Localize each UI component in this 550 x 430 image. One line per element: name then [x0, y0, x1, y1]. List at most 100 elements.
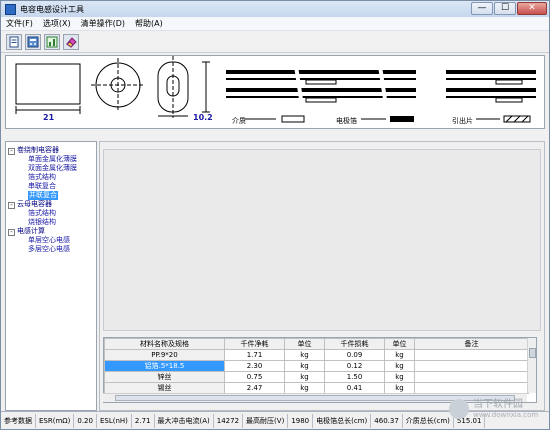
unit-cell[interactable]: kg [284, 349, 325, 361]
menu-options[interactable]: 选项(X) [38, 17, 76, 30]
tree-toggle-inductor[interactable]: - [8, 229, 15, 236]
document-icon [9, 36, 19, 47]
col-remarks[interactable]: 备注 [414, 338, 529, 350]
loss-cell[interactable]: 1.50 [324, 371, 385, 383]
status-electrode-value: 460.37 [371, 413, 403, 428]
status-esl-value: 2.71 [132, 413, 155, 428]
col-material[interactable]: 材料名称及规格 [104, 338, 225, 350]
maximize-button[interactable]: ☐ [494, 2, 516, 15]
tree-item-foil-structure[interactable]: 箔式结构 [28, 173, 56, 182]
table-header-row: 材料名称及规格 千件净耗 单位 千件损耗 单位 备注 [104, 338, 529, 350]
unit-cell[interactable]: kg [284, 371, 325, 383]
material-cell[interactable]: 铝箔.5*18.5 [104, 360, 225, 372]
toolbar [1, 31, 549, 53]
menu-list-ops[interactable]: 清单操作(D) [76, 17, 130, 30]
menu-help[interactable]: 帮助(A) [130, 17, 168, 30]
unit-cell[interactable]: kg [284, 360, 325, 372]
chart-icon [46, 36, 58, 47]
legend-dielectric: 介质 [232, 117, 246, 125]
remark-cell[interactable] [414, 360, 529, 372]
tree-item-series-composite[interactable]: 串联复合 [28, 182, 56, 191]
status-esr-label: ESR(mΩ) [36, 413, 75, 428]
col-loss[interactable]: 千件损耗 [324, 338, 385, 350]
tree-item-single-layer-inductor[interactable]: 单层空心电感 [28, 236, 70, 245]
legend-electrode-foil: 电极箔 [336, 117, 357, 125]
net-cell[interactable]: 0.75 [224, 371, 285, 383]
material-cell[interactable]: PP.9*20 [104, 349, 225, 361]
watermark-url: www.downxia.com [473, 411, 539, 419]
table-row[interactable]: 锌丝 0.75 kg 1.50 kg [104, 371, 529, 383]
chart-button[interactable] [44, 33, 60, 50]
watermark-text-group: 当下软件园 www.downxia.com [473, 399, 538, 419]
tree-item-double-metal-film[interactable]: 双面金属化薄膜 [28, 164, 77, 173]
unit-cell[interactable]: kg [384, 349, 415, 361]
watermark-name: 当下软件园 [473, 399, 523, 410]
tree-root-wound-capacitor[interactable]: - 卷绕制电容器 [8, 146, 59, 155]
tree-toggle-mica[interactable]: - [8, 202, 15, 209]
table-row[interactable]: PP.9*20 1.71 kg 0.09 kg [104, 349, 529, 361]
calculator-icon [27, 36, 39, 47]
status-esl-label: ESL(nH) [97, 413, 132, 428]
col-unit-2[interactable]: 单位 [384, 338, 415, 350]
close-button[interactable]: ✕ [517, 2, 547, 15]
new-document-button[interactable] [6, 33, 22, 50]
app-icon [5, 3, 16, 15]
status-ref-label: 参考数据 [1, 413, 36, 428]
net-cell[interactable]: 1.71 [224, 349, 285, 361]
tree-item-mica-silver[interactable]: 烧银结构 [28, 218, 56, 227]
window-controls: — ☐ ✕ [470, 2, 547, 15]
tree-toggle-wound[interactable]: - [8, 148, 15, 155]
net-cell[interactable]: 2.30 [224, 360, 285, 372]
tree-root-label: 云母电容器 [17, 200, 52, 208]
type-tree: - 卷绕制电容器 单面金属化薄膜 双面金属化薄膜 箔式结构 串联复合 并联复合 -… [5, 141, 97, 411]
tree-item-parallel-composite[interactable]: 并联复合 [28, 191, 58, 200]
remark-cell[interactable] [414, 349, 529, 361]
app-window: 电容电感设计工具 — ☐ ✕ 文件(F) 选项(X) 清单操作(D) 帮助(A) [0, 0, 550, 430]
clear-button[interactable] [63, 33, 79, 50]
vertical-scroll-thumb[interactable] [529, 348, 536, 358]
status-dielectric-label: 介质总长(cm) [403, 413, 454, 428]
net-cell[interactable]: 2.47 [224, 382, 285, 394]
tree-root-label: 卷绕制电容器 [17, 146, 59, 154]
watermark-logo [449, 399, 469, 419]
minimize-button[interactable]: — [471, 2, 493, 15]
legend-lead: 引出片 [452, 117, 473, 125]
col-unit-1[interactable]: 单位 [284, 338, 325, 350]
tree-item-single-metal-film[interactable]: 单面金属化薄膜 [28, 155, 77, 164]
status-voltage-label: 最高耐压(V) [243, 413, 289, 428]
status-surge-label: 最大冲击电流(A) [155, 413, 214, 428]
eraser-icon [66, 36, 77, 48]
parameter-area [103, 149, 541, 331]
menu-bar: 文件(F) 选项(X) 清单操作(D) 帮助(A) [1, 17, 549, 31]
loss-cell[interactable]: 0.09 [324, 349, 385, 361]
tree-root-label: 电感计算 [17, 227, 45, 235]
calculate-button[interactable] [25, 33, 41, 50]
window-title: 电容电感设计工具 [20, 4, 84, 14]
loss-cell[interactable]: 0.41 [324, 382, 385, 394]
table-row[interactable]: 铝箔.5*18.5 2.30 kg 0.12 kg [104, 360, 529, 372]
col-net-consumption[interactable]: 千件净耗 [224, 338, 285, 350]
status-surge-value: 14272 [214, 413, 244, 428]
materials-grid: 材料名称及规格 千件净耗 单位 千件损耗 单位 备注 PP.9*20 1.71 … [104, 338, 529, 394]
table-vertical-scrollbar[interactable] [527, 338, 536, 393]
material-cell[interactable]: 锡丝 [104, 382, 225, 394]
unit-cell[interactable]: kg [284, 382, 325, 394]
dim-width-label: 21 [43, 113, 55, 122]
status-voltage-value: 1980 [288, 413, 314, 428]
remark-cell[interactable] [414, 371, 529, 383]
menu-file[interactable]: 文件(F) [1, 17, 38, 30]
unit-cell[interactable]: kg [384, 371, 415, 383]
diagram-panel: 21 10.2 介质 电极箔 引出片 [5, 55, 545, 129]
status-electrode-label: 电极箔总长(cm) [313, 413, 372, 428]
tree-item-multi-layer-inductor[interactable]: 多层空心电感 [28, 245, 70, 254]
dim-height-label: 10.2 [193, 113, 213, 122]
loss-cell[interactable]: 0.12 [324, 360, 385, 372]
unit-cell[interactable]: kg [384, 382, 415, 394]
material-cell[interactable]: 锌丝 [104, 371, 225, 383]
site-watermark: 当下软件园 www.downxia.com [449, 392, 545, 426]
tree-item-mica-foil[interactable]: 箔式结构 [28, 209, 56, 218]
tree-root-inductor[interactable]: - 电感计算 [8, 227, 45, 236]
status-esr-value: 0.20 [74, 413, 97, 428]
tree-root-mica-capacitor[interactable]: - 云母电容器 [8, 200, 52, 209]
unit-cell[interactable]: kg [384, 360, 415, 372]
